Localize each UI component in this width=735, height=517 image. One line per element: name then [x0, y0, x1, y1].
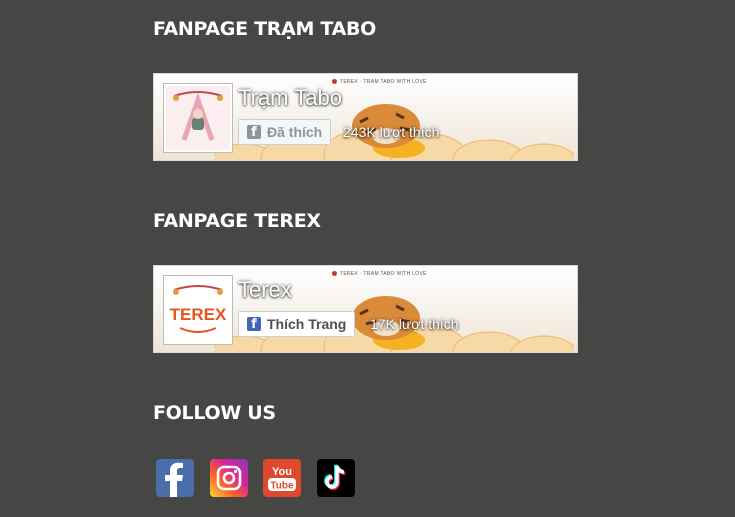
- youtube-link[interactable]: You Tube: [263, 459, 301, 497]
- tiktok-link[interactable]: [317, 459, 355, 497]
- page-name[interactable]: Trạm Tabo: [238, 85, 342, 111]
- like-button-label: Đã thích: [267, 124, 323, 140]
- youtube-text-you: You: [272, 466, 292, 478]
- page-name[interactable]: Terex: [238, 277, 292, 303]
- facebook-f-icon: f: [247, 125, 261, 139]
- page-avatar-tram-tabo[interactable]: [164, 84, 232, 152]
- like-page-button[interactable]: f Thích Trang: [238, 311, 356, 337]
- fanpage-widget-terex[interactable]: TEREX · TRẠM TABO WITH LOVE TEREX Terex …: [153, 265, 578, 353]
- follow-us-heading: FOLLOW US: [153, 402, 276, 424]
- tram-tabo-logo-icon: [166, 86, 230, 150]
- youtube-icon: You Tube: [268, 466, 296, 492]
- facebook-f-icon: f: [247, 317, 261, 331]
- like-button-label: Thích Trang: [267, 316, 347, 332]
- like-count: 17K lượt thích: [370, 316, 459, 332]
- cover-caption: TEREX · TRẠM TABO WITH LOVE: [332, 271, 427, 277]
- youtube-text-tube: Tube: [270, 481, 294, 492]
- tiktok-icon: [324, 464, 346, 490]
- terex-logo-text: TEREX: [170, 305, 227, 324]
- fanpage-widget-tram-tabo[interactable]: TEREX · TRẠM TABO WITH LOVE Trạm Tabo f …: [153, 73, 578, 161]
- facebook-link[interactable]: [156, 459, 194, 497]
- cover-tiger-image: [352, 104, 420, 148]
- terex-logo-icon: TEREX: [166, 278, 230, 342]
- page-avatar-terex[interactable]: TEREX: [164, 276, 232, 344]
- like-count: 243K lượt thích: [343, 124, 440, 140]
- instagram-link[interactable]: [210, 459, 248, 497]
- fanpage-terex-heading: FANPAGE TEREX: [153, 210, 321, 232]
- fanpage-tabo-heading: FANPAGE TRẠM TABO: [153, 18, 377, 40]
- facebook-icon: [165, 462, 183, 497]
- instagram-icon: [216, 465, 242, 491]
- page-liked-button[interactable]: f Đã thích: [238, 119, 332, 145]
- cover-caption: TEREX · TRẠM TABO WITH LOVE: [332, 79, 427, 85]
